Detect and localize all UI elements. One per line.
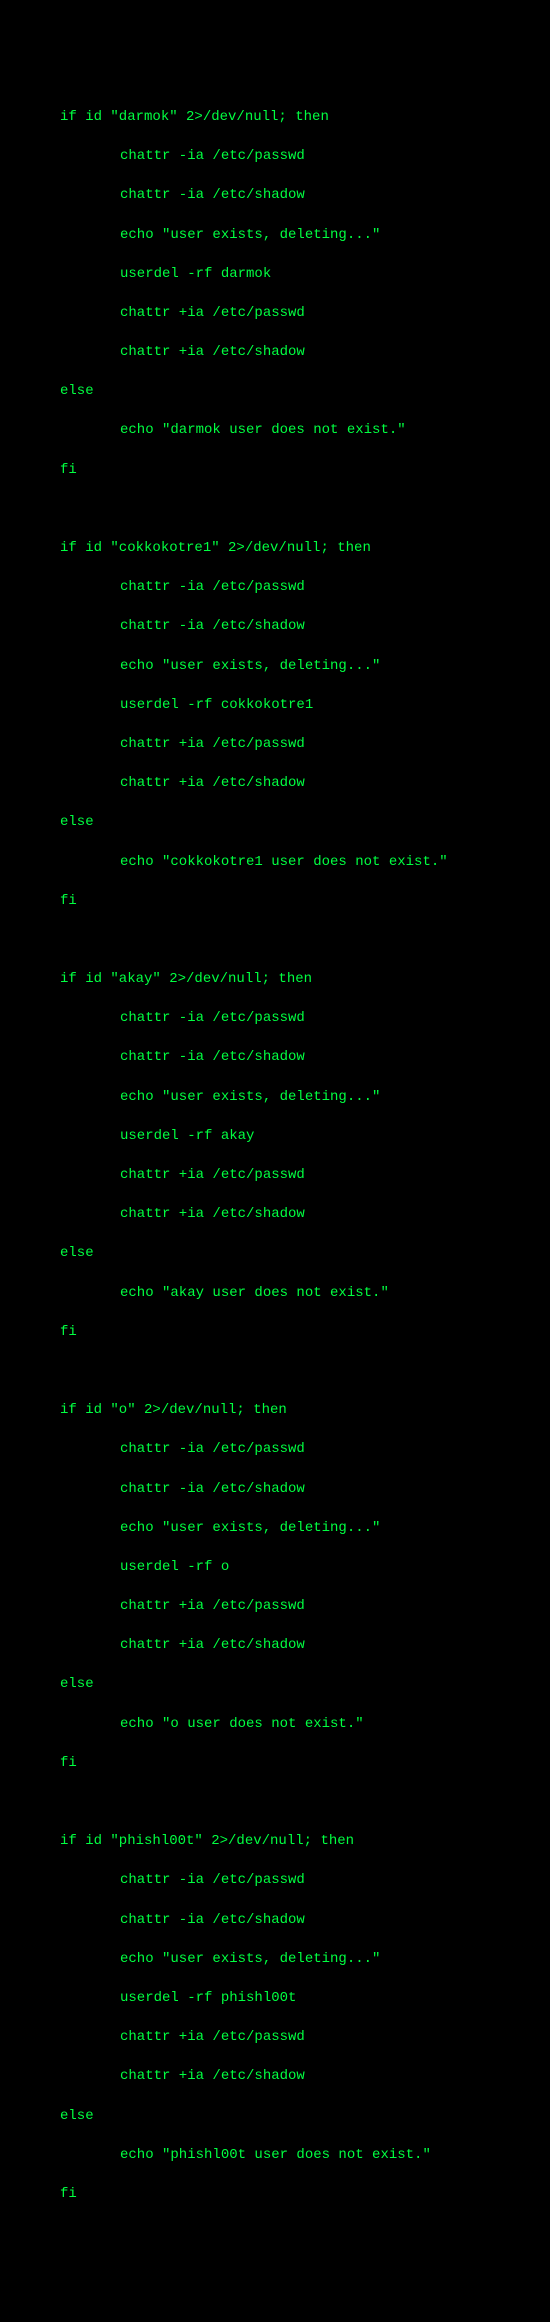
code-line: echo "phishl00t user does not exist." (60, 2146, 550, 2166)
blank-line (60, 1362, 550, 1382)
code-line: echo "darmok user does not exist." (60, 421, 550, 441)
code-line: fi (60, 1754, 550, 1774)
code-line: fi (60, 892, 550, 912)
code-line: chattr +ia /etc/passwd (60, 304, 550, 324)
code-line: chattr -ia /etc/shadow (60, 1048, 550, 1068)
code-line: else (60, 1675, 550, 1695)
code-line: echo "user exists, deleting..." (60, 1088, 550, 1108)
code-line: chattr +ia /etc/shadow (60, 343, 550, 363)
code-line: echo "cokkokotre1 user does not exist." (60, 853, 550, 873)
blank-line (60, 1793, 550, 1813)
code-line: userdel -rf o (60, 1558, 550, 1578)
code-line: chattr +ia /etc/shadow (60, 774, 550, 794)
code-line: echo "user exists, deleting..." (60, 1519, 550, 1539)
code-line: echo "user exists, deleting..." (60, 226, 550, 246)
code-line: fi (60, 1323, 550, 1343)
code-line: chattr +ia /etc/passwd (60, 2028, 550, 2048)
code-line: chattr +ia /etc/passwd (60, 735, 550, 755)
code-line: chattr -ia /etc/shadow (60, 1911, 550, 1931)
code-line: echo "user exists, deleting..." (60, 1950, 550, 1970)
code-line: echo "user exists, deleting..." (60, 657, 550, 677)
code-line: else (60, 2107, 550, 2127)
code-line: chattr -ia /etc/passwd (60, 147, 550, 167)
code-line: fi (60, 461, 550, 481)
code-line: userdel -rf darmok (60, 265, 550, 285)
code-line: if id "o" 2>/dev/null; then (60, 1401, 550, 1421)
code-line: if id "cokkokotre1" 2>/dev/null; then (60, 539, 550, 559)
code-line: if id "phishl00t" 2>/dev/null; then (60, 1832, 550, 1852)
code-line: fi (60, 2185, 550, 2205)
code-line: echo "akay user does not exist." (60, 1284, 550, 1304)
code-line: chattr +ia /etc/shadow (60, 1636, 550, 1656)
blank-line (60, 931, 550, 951)
code-line: chattr -ia /etc/passwd (60, 1009, 550, 1029)
code-line: if id "akay" 2>/dev/null; then (60, 970, 550, 990)
code-line: chattr -ia /etc/shadow (60, 617, 550, 637)
blank-line (60, 500, 550, 520)
code-line: chattr -ia /etc/passwd (60, 578, 550, 598)
code-line: userdel -rf cokkokotre1 (60, 696, 550, 716)
code-line: chattr -ia /etc/passwd (60, 1871, 550, 1891)
code-line: chattr +ia /etc/passwd (60, 1166, 550, 1186)
code-line: chattr -ia /etc/shadow (60, 1480, 550, 1500)
code-line: if id "darmok" 2>/dev/null; then (60, 108, 550, 128)
code-line: userdel -rf phishl00t (60, 1989, 550, 2009)
code-line: userdel -rf akay (60, 1127, 550, 1147)
code-line: chattr +ia /etc/shadow (60, 2067, 550, 2087)
shell-script-code: if id "darmok" 2>/dev/null; then chattr … (0, 88, 550, 2224)
code-line: chattr +ia /etc/passwd (60, 1597, 550, 1617)
code-line: else (60, 382, 550, 402)
code-line: else (60, 813, 550, 833)
code-line: chattr +ia /etc/shadow (60, 1205, 550, 1225)
code-line: else (60, 1244, 550, 1264)
code-line: chattr -ia /etc/passwd (60, 1440, 550, 1460)
code-line: echo "o user does not exist." (60, 1715, 550, 1735)
code-line: chattr -ia /etc/shadow (60, 186, 550, 206)
